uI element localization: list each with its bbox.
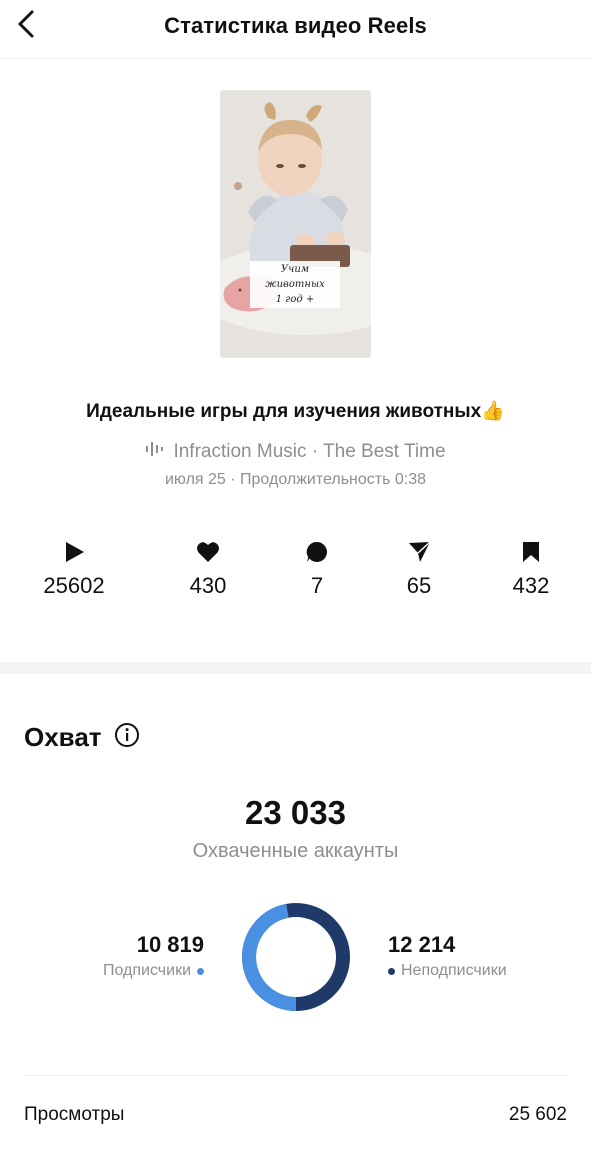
comments-stat: 7 <box>262 537 372 599</box>
engagement-stats: 25602 430 7 65 432 <box>0 537 591 607</box>
audio-bars-icon <box>145 440 165 464</box>
plays-stat: 25602 <box>19 537 129 599</box>
shares-count: 65 <box>406 573 432 598</box>
music-track: Infraction Music · The Best Time <box>173 441 446 462</box>
followers-label: Подписчики <box>102 962 191 979</box>
plays-count: 25602 <box>43 573 105 598</box>
followers-dot <box>197 967 204 975</box>
views-label: Просмотры <box>24 1104 125 1125</box>
reach-title: Охват <box>24 722 102 752</box>
reach-donut-chart <box>242 903 350 1011</box>
reach-subtitle: Охваченные аккаунты <box>192 840 399 862</box>
bookmark-icon <box>521 541 541 568</box>
non-followers-label: Неподписчики <box>401 962 507 979</box>
info-icon <box>114 722 140 753</box>
non-followers-count: 12 214 <box>388 932 456 957</box>
row-divider <box>24 1075 567 1076</box>
info-button[interactable] <box>114 722 140 753</box>
followers-block: 10 819 Подписчики <box>103 932 204 980</box>
comment-icon <box>305 540 329 569</box>
non-followers-block: 12 214 Неподписчики <box>388 932 507 980</box>
followers-legend: Подписчики <box>103 962 204 980</box>
shares-stat: 65 <box>364 537 474 599</box>
saves-stat: 432 <box>476 537 586 599</box>
views-row: Просмотры 25 602 <box>24 1104 567 1126</box>
likes-count: 430 <box>189 573 227 598</box>
reel-meta: июля 25 · Продолжительность 0:38 <box>164 471 427 488</box>
caption-line-1: Учим животных <box>265 264 325 290</box>
saves-count: 432 <box>512 573 550 598</box>
followers-count: 10 819 <box>136 932 204 957</box>
heart-icon <box>196 541 220 568</box>
music-line[interactable]: Infraction Music · The Best Time <box>0 440 591 464</box>
play-icon <box>62 540 86 569</box>
top-bar: Статистика видео Reels <box>0 0 591 59</box>
caption-line-2: 1 год + <box>275 294 315 305</box>
share-icon <box>407 540 431 569</box>
reach-header: Охват <box>24 722 140 753</box>
reel-thumbnail[interactable]: Учим животных 1 год + <box>220 90 371 358</box>
section-divider <box>0 662 591 674</box>
non-followers-legend: Неподписчики <box>388 962 507 980</box>
likes-stat: 430 <box>153 537 263 599</box>
page-title: Статистика видео Reels <box>164 13 427 38</box>
reach-total: 23 033 <box>245 794 346 831</box>
non-followers-dot <box>388 967 395 975</box>
reel-title: Идеальные игры для изучения животных👍 <box>86 401 505 422</box>
comments-count: 7 <box>310 573 324 598</box>
views-value: 25 602 <box>508 1104 567 1125</box>
thumbnail-caption: Учим животных 1 год + <box>250 261 340 308</box>
